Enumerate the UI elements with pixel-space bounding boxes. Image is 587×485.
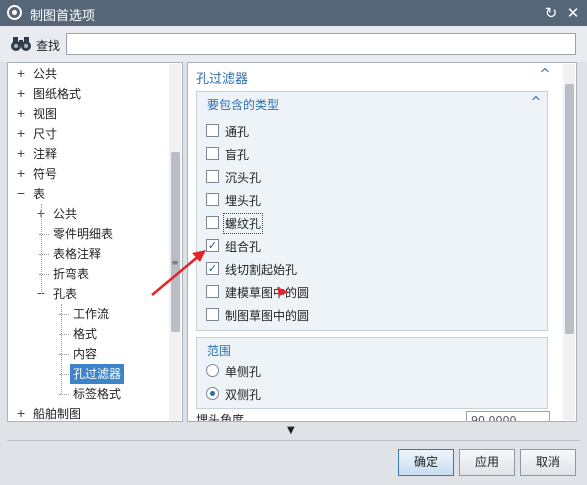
tree-item[interactable]: + 注释 — [8, 144, 168, 164]
tree-item-label: 孔过滤器 — [70, 364, 125, 384]
tree-item-label: 注释 — [33, 147, 58, 161]
hole-filter-panel: 孔过滤器 ^ 要包含的类型 ^ 通孔 盲孔 沉头孔 埋头孔 螺纹孔 ✓ 组合孔 ✓ 线切割起始孔… — [187, 62, 577, 422]
collapse-types-icon[interactable]: ^ — [529, 95, 543, 110]
tree-item[interactable]: 标签格式 — [8, 384, 168, 404]
tree-item-label: 表 — [33, 187, 46, 201]
tree-item[interactable]: + 视图 — [8, 104, 168, 124]
tree-item[interactable]: 表格注释 — [8, 244, 168, 264]
tree-item[interactable]: + 尺寸 — [8, 124, 168, 144]
title-bar: 制图首选项 ↻ ✕ — [0, 0, 587, 26]
tree-item[interactable]: + 公共 — [8, 204, 168, 224]
tree-item-label: 内容 — [73, 347, 98, 361]
tree-scrollbar-thumb[interactable] — [171, 152, 180, 332]
checkbox-label: 建模草图中的圆 — [225, 286, 310, 300]
checkbox[interactable] — [206, 216, 219, 229]
tree-scrollbar[interactable]: ≡ — [169, 64, 181, 420]
tree-item[interactable]: + 图纸格式 — [8, 84, 168, 104]
countersink-angle-input[interactable]: 90.0000 — [466, 411, 550, 421]
expand-icon[interactable]: + — [16, 84, 26, 104]
divider — [7, 440, 580, 441]
tree-item[interactable]: 格式 — [8, 324, 168, 344]
tree-item[interactable]: 折弯表 — [8, 264, 168, 284]
radio-label: 双侧孔 — [225, 388, 262, 402]
scope-group-title: 范围 — [207, 344, 232, 358]
tree-item[interactable]: 孔过滤器 — [8, 364, 168, 384]
checkbox[interactable]: ✓ — [206, 262, 219, 275]
binoculars-icon — [11, 37, 31, 51]
tree-item-label: 视图 — [33, 107, 58, 121]
radio-label: 单侧孔 — [225, 365, 262, 379]
expand-icon[interactable]: + — [16, 164, 26, 184]
expand-icon[interactable]: + — [16, 64, 26, 84]
checkbox-label: 通孔 — [225, 125, 250, 139]
tree-item-label: 符号 — [33, 167, 58, 181]
reset-icon[interactable]: ↻ — [541, 3, 561, 23]
tree-connector — [61, 304, 62, 394]
panel-scrollbar[interactable] — [563, 64, 575, 420]
search-label: 查找 — [36, 39, 61, 53]
tree-item[interactable]: 工作流 — [8, 304, 168, 324]
tree-item[interactable]: + 符号 — [8, 164, 168, 184]
checkbox[interactable] — [206, 193, 219, 206]
scope-group: 范围 单侧孔双侧孔 — [196, 337, 548, 409]
checkbox-label: 线切割起始孔 — [225, 263, 298, 277]
window-title: 制图首选项 — [30, 9, 96, 24]
tree-item-label: 公共 — [53, 207, 78, 221]
preferences-tree[interactable]: + 公共 + 图纸格式 + 视图 + 尺寸 + 注释 + 符号 − 表 + 公共 零件明细表 表格注释 折弯表 − 孔表… — [7, 62, 183, 422]
tree-item-label: 折弯表 — [53, 267, 90, 281]
search-input[interactable] — [66, 33, 576, 55]
close-icon[interactable]: ✕ — [563, 3, 583, 23]
tree-item[interactable]: 零件明细表 — [8, 224, 168, 244]
checkbox[interactable] — [206, 124, 219, 137]
expand-icon[interactable]: + — [16, 144, 26, 164]
checkbox-label: 盲孔 — [225, 148, 250, 162]
checkbox[interactable] — [206, 308, 219, 321]
tree-item-label: 标签格式 — [73, 387, 122, 401]
countersink-angle-label: 埋头角度 — [196, 413, 245, 422]
types-group: 要包含的类型 ^ 通孔 盲孔 沉头孔 埋头孔 螺纹孔 ✓ 组合孔 ✓ 线切割起始孔 建模草图中的圆… — [196, 91, 548, 331]
tree-item-label: 船舶制图 — [33, 407, 82, 421]
checkbox-label: 制图草图中的圆 — [225, 309, 310, 323]
ok-button[interactable]: 确定 — [398, 449, 454, 476]
expand-icon[interactable]: + — [16, 104, 26, 124]
checkbox[interactable] — [206, 147, 219, 160]
collapse-section-icon[interactable]: ^ — [538, 67, 552, 82]
checkbox-label: 沉头孔 — [225, 171, 262, 185]
tree-item-label: 零件明细表 — [53, 227, 114, 241]
tree-item-label: 公共 — [33, 67, 58, 81]
tree-item-label: 表格注释 — [53, 247, 102, 261]
tree-item[interactable]: + 公共 — [8, 64, 168, 84]
expand-more-icon[interactable]: ▼ — [287, 425, 295, 436]
search-row: 查找 — [0, 26, 587, 62]
tree-item[interactable]: 内容 — [8, 344, 168, 364]
tree-item-label: 孔表 — [53, 287, 78, 301]
tree-item[interactable]: + 船舶制图 — [8, 404, 168, 421]
expand-icon[interactable]: + — [16, 404, 26, 421]
tree-item[interactable]: − 表 — [8, 184, 168, 204]
tree-connector — [41, 204, 42, 294]
checkbox[interactable] — [206, 285, 219, 298]
tree-item[interactable]: − 孔表 — [8, 284, 168, 304]
checkbox-label: 组合孔 — [225, 240, 262, 254]
types-group-title: 要包含的类型 — [207, 98, 280, 112]
cancel-button[interactable]: 取消 — [520, 449, 576, 476]
expand-icon[interactable]: + — [16, 124, 26, 144]
tree-item-label: 图纸格式 — [33, 87, 82, 101]
checkbox[interactable]: ✓ — [206, 239, 219, 252]
radio-button[interactable] — [206, 364, 219, 377]
tree-item-label: 格式 — [73, 327, 98, 341]
apply-button[interactable]: 应用 — [459, 449, 515, 476]
radio-button[interactable] — [206, 387, 219, 400]
checkbox[interactable] — [206, 170, 219, 183]
scrollbar-grip-icon: ≡ — [171, 258, 179, 267]
tree-connector — [59, 394, 69, 395]
section-title: 孔过滤器 — [196, 72, 249, 87]
panel-scrollbar-thumb[interactable] — [565, 84, 574, 334]
checkbox-label: 螺纹孔 — [222, 213, 264, 234]
checkbox-label: 埋头孔 — [225, 194, 262, 208]
tree-item-label: 尺寸 — [33, 127, 58, 141]
app-icon — [7, 5, 22, 20]
tree-item-label: 工作流 — [73, 307, 110, 321]
collapse-icon[interactable]: − — [16, 184, 26, 204]
